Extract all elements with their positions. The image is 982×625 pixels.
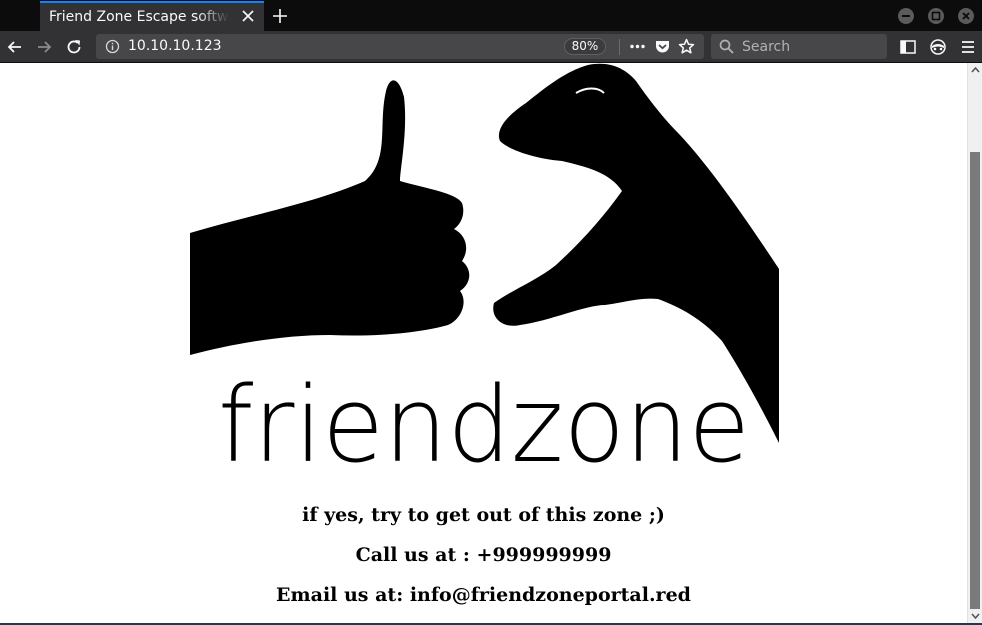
friendzone-logo-text: friendzone [218, 364, 750, 486]
close-window-icon [962, 12, 970, 20]
url-divider [619, 39, 620, 55]
sidebar-icon[interactable] [899, 38, 917, 56]
scroll-down-icon[interactable] [971, 612, 980, 620]
scroll-up-icon[interactable] [971, 66, 980, 74]
info-icon[interactable] [105, 39, 120, 54]
hamburger-icon[interactable] [959, 38, 977, 56]
tab-title: Friend Zone Escape software [49, 9, 229, 25]
search-input[interactable]: Search [742, 39, 790, 55]
phone-line: Call us at : +999999999 [355, 544, 612, 566]
plus-icon[interactable] [270, 6, 290, 26]
mask-icon[interactable] [929, 38, 947, 56]
scroll-thumb[interactable] [970, 152, 980, 609]
friendzone-hero-image: friendzone [190, 63, 779, 488]
search-bar[interactable]: Search [711, 34, 887, 59]
zoom-level-button[interactable]: 80% [564, 38, 606, 55]
tab-active[interactable]: Friend Zone Escape software [40, 1, 264, 31]
close-icon[interactable] [241, 9, 255, 23]
scrollbar[interactable] [967, 63, 982, 623]
star-icon[interactable] [678, 38, 695, 55]
close-window-button[interactable] [958, 8, 974, 24]
maximize-button[interactable] [928, 8, 944, 24]
forward-arrow-icon[interactable] [35, 38, 53, 56]
url-text[interactable]: 10.10.10.123 [128, 38, 222, 54]
email-line: Email us at: info@friendzoneportal.red [276, 584, 691, 606]
minimize-button[interactable] [898, 8, 914, 24]
maximize-icon [931, 11, 941, 21]
page-content: friendzone if yes, try to get out of thi… [0, 63, 967, 623]
navigation-toolbar: 10.10.10.123 80% Search [0, 31, 982, 63]
search-icon [719, 39, 734, 54]
get-out-line: if yes, try to get out of this zone ;) [302, 504, 665, 526]
pocket-icon[interactable] [654, 38, 671, 55]
url-bar[interactable]: 10.10.10.123 80% [96, 34, 704, 59]
minimize-icon [902, 15, 910, 17]
back-arrow-icon[interactable] [6, 38, 24, 56]
reload-icon[interactable] [65, 38, 83, 56]
tab-strip: Friend Zone Escape software [0, 0, 982, 31]
ellipsis-icon[interactable] [629, 38, 646, 55]
